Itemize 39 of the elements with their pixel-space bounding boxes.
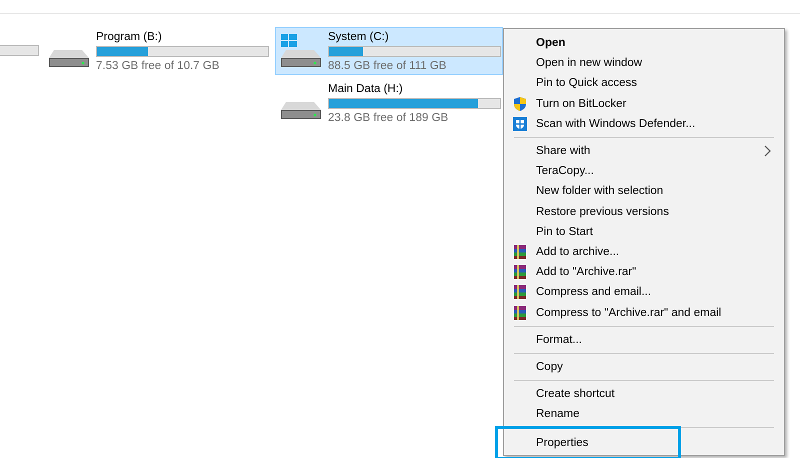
capacity-bar <box>0 45 39 56</box>
menu-item[interactable]: Open <box>504 33 784 54</box>
chevron-right-icon <box>764 144 772 157</box>
books-stack-icon <box>512 304 528 321</box>
system-drive-icon <box>280 34 322 68</box>
books-stack-icon <box>512 284 528 300</box>
menu-item[interactable]: New folder with selection <box>504 181 784 202</box>
menu-item[interactable]: Restore previous versions <box>504 202 784 222</box>
menu-item[interactable]: Add to "Archive.rar" <box>504 262 784 282</box>
menu-item[interactable]: Format... <box>504 330 784 350</box>
shield-icon <box>512 96 528 112</box>
menu-item[interactable]: Scan with Windows Defender... <box>504 114 784 134</box>
menu-item[interactable]: Compress and email... <box>504 282 784 302</box>
defender-icon <box>512 116 528 132</box>
hard-drive-icon <box>280 102 322 120</box>
menu-item[interactable]: Copy <box>504 356 784 377</box>
drive-tile[interactable]: Program (B:) 7.53 GB free of 10.7 GB <box>43 27 271 75</box>
drive-tile[interactable]: Main Data (H:) 23.8 GB free of 189 GB <box>275 79 503 127</box>
menu-item[interactable]: Pin to Quick access <box>504 73 784 94</box>
drive-name: System (C:) <box>328 30 390 44</box>
menu-item[interactable]: Properties <box>498 429 678 458</box>
hard-drive-icon <box>48 50 90 68</box>
menu-item[interactable]: Open in new window <box>504 53 784 74</box>
menu-item[interactable]: Compress to "Archive.rar" and email <box>504 302 784 323</box>
menu-item[interactable]: Add to archive... <box>504 242 784 262</box>
free-space-text: 23.8 GB free of 189 GB <box>328 110 450 124</box>
free-space-text: 7.53 GB free of 10.7 GB <box>96 58 220 72</box>
free-space-text: 88.5 GB free of 111 GB <box>328 58 448 72</box>
menu-item[interactable]: TeraCopy... <box>504 161 784 182</box>
menu-item[interactable]: Share with <box>504 140 784 162</box>
menu-item[interactable]: Create shortcut <box>504 384 784 404</box>
menu-item[interactable]: Pin to Start <box>504 222 784 242</box>
menu-item[interactable]: Turn on BitLocker <box>504 94 784 114</box>
menu-item[interactable]: Rename <box>504 404 784 424</box>
books-stack-icon <box>512 244 528 260</box>
books-stack-icon <box>512 264 528 280</box>
drive-name: Main Data (H:) <box>328 82 404 96</box>
drive-name: Program (B:) <box>96 30 163 44</box>
drive-tile[interactable]: System (C:) 88.5 GB free of 111 GB <box>275 27 503 75</box>
